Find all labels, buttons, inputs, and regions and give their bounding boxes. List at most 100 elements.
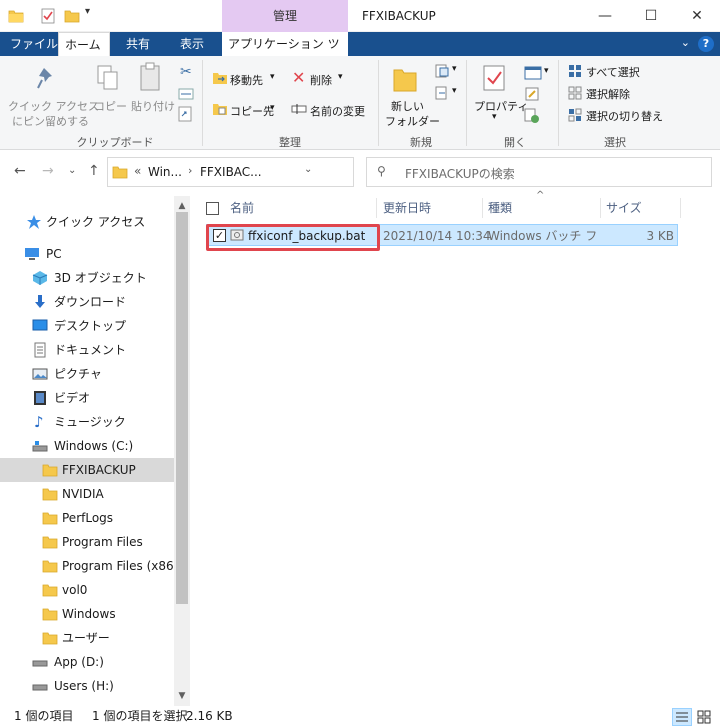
nav-app-d[interactable]: App (D:) (0, 650, 174, 674)
select-none-button[interactable]: 選択解除 (586, 86, 630, 102)
history-icon[interactable] (524, 108, 540, 124)
paste-label[interactable]: 貼り付け (131, 98, 175, 114)
copy-path-icon[interactable] (178, 88, 194, 100)
nav-users[interactable]: ユーザー (0, 626, 174, 650)
nav-videos[interactable]: ビデオ (0, 386, 174, 410)
select-all-checkbox[interactable] (206, 202, 219, 215)
move-to-icon[interactable] (212, 71, 228, 85)
column-type[interactable]: 種類 (488, 196, 512, 220)
rename-button[interactable]: 名前の変更 (310, 103, 365, 119)
new-folder-label-1[interactable]: 新しい (391, 98, 424, 114)
large-icons-view-icon[interactable] (694, 708, 714, 726)
column-name[interactable]: 名前 (230, 196, 254, 220)
nav-users-h[interactable]: Users (H:) (0, 674, 174, 698)
minimize-button[interactable]: — (582, 0, 628, 32)
nav-3d-objects[interactable]: 3D オブジェクト (0, 266, 174, 290)
easy-access-dropdown-icon[interactable]: ▾ (452, 86, 457, 96)
nav-pictures[interactable]: ピクチャ (0, 362, 174, 386)
new-folder-quick-icon[interactable] (64, 8, 80, 24)
tab-application-tools[interactable]: アプリケーション ツール (222, 32, 348, 75)
rename-icon[interactable] (291, 103, 307, 115)
delete-dropdown-icon[interactable]: ▾ (338, 72, 343, 82)
pin-quick-access-label-1[interactable]: クイック アクセス (8, 98, 99, 114)
nav-documents[interactable]: ドキュメント (0, 338, 174, 362)
nav-windows[interactable]: Windows (0, 602, 174, 626)
collapse-ribbon-icon[interactable]: ⌄ (681, 36, 690, 49)
folder-app-icon[interactable] (8, 8, 24, 24)
copy-to-icon[interactable] (212, 102, 228, 116)
open-icon[interactable] (524, 66, 542, 80)
help-icon[interactable]: ? (698, 36, 714, 52)
column-size[interactable]: サイズ (606, 196, 642, 220)
easy-access-icon[interactable] (434, 86, 450, 100)
move-to-dropdown-icon[interactable]: ▾ (270, 72, 275, 82)
move-to-button[interactable]: 移動先 (230, 72, 263, 88)
pin-quick-access-label-2[interactable]: にピン留めする (12, 113, 89, 129)
nav-quick-access[interactable]: クイック アクセス (0, 210, 174, 234)
column-modified[interactable]: 更新日時 (383, 196, 431, 220)
nav-downloads[interactable]: ダウンロード (0, 290, 174, 314)
properties-quick-icon[interactable] (40, 8, 56, 24)
column-divider[interactable] (376, 198, 377, 218)
delete-button[interactable]: 削除 (310, 72, 332, 88)
properties-dropdown-icon[interactable]: ▾ (492, 112, 497, 122)
column-divider[interactable] (600, 198, 601, 218)
nav-program-files[interactable]: Program Files (0, 530, 174, 554)
details-view-icon[interactable] (672, 708, 692, 726)
nav-perflogs[interactable]: PerfLogs (0, 506, 174, 530)
back-arrow-icon[interactable]: ← (14, 163, 26, 179)
nav-nvidia[interactable]: NVIDIA (0, 482, 174, 506)
invert-selection-icon[interactable] (568, 108, 582, 122)
paste-icon[interactable] (138, 62, 164, 92)
pin-icon[interactable] (36, 66, 58, 92)
nav-windows-c[interactable]: Windows (C:) (0, 434, 174, 458)
select-all-button[interactable]: すべて選択 (586, 64, 640, 80)
up-arrow-icon[interactable]: ↑ (88, 163, 100, 179)
tab-file[interactable]: ファイル (4, 32, 64, 56)
forward-arrow-icon[interactable]: → (42, 163, 54, 179)
new-folder-icon[interactable] (392, 64, 418, 94)
properties-icon[interactable] (482, 64, 506, 92)
select-all-icon[interactable] (568, 64, 582, 78)
nav-music[interactable]: ♪ ミュージック (0, 410, 174, 434)
breadcrumb-separator-icon[interactable]: › (188, 164, 192, 177)
nav-pc[interactable]: PC (0, 242, 174, 266)
tab-view[interactable]: 表示 (174, 32, 210, 56)
address-overflow[interactable]: « (134, 164, 141, 178)
new-item-icon[interactable] (434, 64, 450, 78)
manage-contextual-tab[interactable]: 管理 (222, 0, 348, 32)
paste-shortcut-icon[interactable] (178, 106, 192, 122)
tab-share[interactable]: 共有 (120, 32, 156, 56)
nav-ffxibackup[interactable]: FFXIBACKUP (0, 458, 174, 482)
nav-scroll-thumb[interactable] (176, 212, 188, 604)
maximize-button[interactable]: ☐ (628, 0, 674, 32)
quick-access-dropdown-icon[interactable]: ▾ (85, 6, 90, 17)
address-bar[interactable]: « Win... › FFXIBAC... ⌄ ↻ (107, 157, 449, 187)
open-dropdown-icon[interactable]: ▾ (544, 66, 549, 76)
delete-icon[interactable]: ✕ (292, 68, 305, 87)
column-divider[interactable] (482, 198, 483, 218)
breadcrumb-windows[interactable]: Win... (148, 165, 182, 179)
tab-home[interactable]: ホーム (58, 32, 110, 56)
recent-locations-icon[interactable]: ⌄ (68, 165, 76, 176)
select-none-icon[interactable] (568, 86, 582, 100)
search-input[interactable]: ⚲ FFXIBACKUPの検索 (366, 157, 712, 187)
properties-button[interactable]: プロパティ (474, 98, 528, 114)
address-dropdown-icon[interactable]: ⌄ (304, 164, 312, 175)
breadcrumb-ffxibackup[interactable]: FFXIBAC... (200, 165, 262, 179)
nav-program-files-x86[interactable]: Program Files (x86) (0, 554, 178, 578)
copy-to-button[interactable]: コピー先 (230, 103, 274, 119)
column-divider[interactable] (680, 198, 681, 218)
close-button[interactable]: ✕ (674, 0, 720, 32)
new-folder-label-2[interactable]: フォルダー (385, 113, 440, 129)
copy-to-dropdown-icon[interactable]: ▾ (270, 103, 275, 113)
scroll-down-icon[interactable]: ▼ (174, 688, 190, 704)
nav-desktop[interactable]: デスクトップ (0, 314, 174, 338)
copy-icon[interactable] (96, 64, 120, 92)
invert-selection-button[interactable]: 選択の切り替え (586, 108, 663, 124)
edit-icon[interactable] (524, 86, 540, 102)
copy-label[interactable]: コピー (94, 98, 127, 114)
cut-icon[interactable]: ✂ (180, 64, 192, 80)
nav-vol0[interactable]: vol0 (0, 578, 174, 602)
new-item-dropdown-icon[interactable]: ▾ (452, 64, 457, 74)
